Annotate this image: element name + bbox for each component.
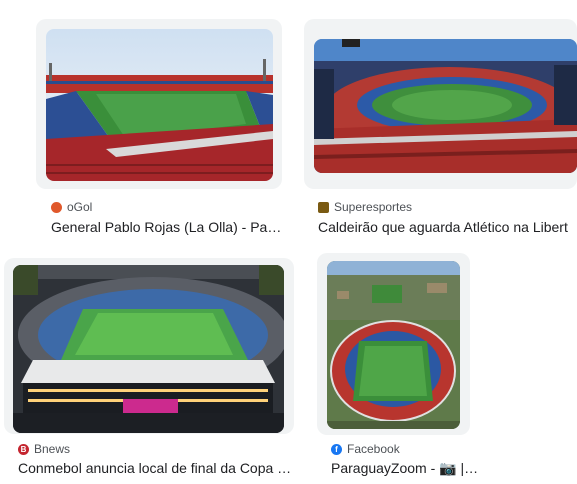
source-label[interactable]: oGol <box>51 200 92 214</box>
result-title[interactable]: General Pablo Rojas (La Olla) - Pa… <box>51 219 288 235</box>
source-name: Facebook <box>347 442 400 456</box>
bnews-favicon-icon: B <box>18 443 29 455</box>
source-label[interactable]: f Facebook <box>331 442 400 456</box>
result-title[interactable]: Conmebol anuncia local de final da Copa … <box>18 460 300 476</box>
superesportes-favicon-icon <box>318 201 329 213</box>
stadium-image[interactable] <box>46 29 273 181</box>
source-label[interactable]: B Bnews <box>18 442 70 456</box>
source-label[interactable]: Superesportes <box>318 200 412 214</box>
stadium-image[interactable] <box>13 265 284 433</box>
result-title[interactable]: ParaguayZoom - 📷 |… <box>331 460 491 477</box>
source-name: Bnews <box>34 442 71 456</box>
source-name: oGol <box>67 200 93 214</box>
result-title[interactable]: Caldeirão que aguarda Atlético na Libert <box>318 219 577 235</box>
stadium-image[interactable] <box>327 261 460 429</box>
facebook-favicon-icon: f <box>331 443 342 455</box>
source-name: Superesportes <box>334 200 413 214</box>
stadium-image[interactable] <box>314 39 577 173</box>
ogol-favicon-icon <box>51 201 62 213</box>
